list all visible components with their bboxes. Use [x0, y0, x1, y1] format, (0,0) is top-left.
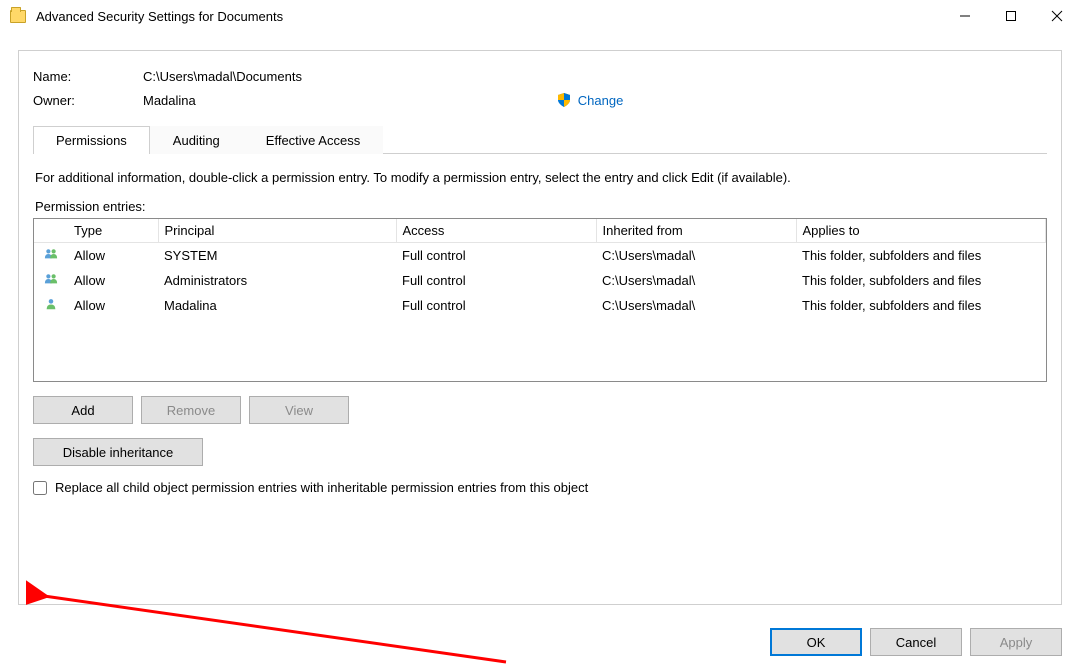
owner-value: Madalina: [143, 93, 196, 108]
cell-inherited: C:\Users\madal\: [596, 268, 796, 293]
cell-access: Full control: [396, 293, 596, 318]
maximize-button[interactable]: [988, 0, 1034, 32]
cell-applies: This folder, subfolders and files: [796, 243, 1046, 269]
add-button[interactable]: Add: [33, 396, 133, 424]
tab-strip: Permissions Auditing Effective Access: [33, 126, 1047, 154]
col-type[interactable]: Type: [68, 219, 158, 243]
window-controls: [942, 0, 1080, 32]
replace-child-entries-checkbox[interactable]: [33, 481, 47, 495]
cell-principal: Madalina: [158, 293, 396, 318]
view-button[interactable]: View: [249, 396, 349, 424]
ok-button[interactable]: OK: [770, 628, 862, 656]
remove-button[interactable]: Remove: [141, 396, 241, 424]
table-row[interactable]: AllowMadalinaFull controlC:\Users\madal\…: [34, 293, 1046, 318]
table-header-row: Type Principal Access Inherited from App…: [34, 219, 1046, 243]
cell-type: Allow: [68, 268, 158, 293]
entry-buttons-row: Add Remove View: [33, 396, 1047, 424]
principal-icon: [34, 268, 68, 293]
change-owner-link[interactable]: Change: [578, 93, 624, 108]
apply-button[interactable]: Apply: [970, 628, 1062, 656]
cell-applies: This folder, subfolders and files: [796, 293, 1046, 318]
close-button[interactable]: [1034, 0, 1080, 32]
col-inherited[interactable]: Inherited from: [596, 219, 796, 243]
col-icon[interactable]: [34, 219, 68, 243]
minimize-button[interactable]: [942, 0, 988, 32]
cell-inherited: C:\Users\madal\: [596, 243, 796, 269]
dialog-footer: OK Cancel Apply: [770, 628, 1062, 656]
owner-label: Owner:: [33, 93, 143, 108]
name-row: Name: C:\Users\madal\Documents: [33, 65, 1047, 88]
principal-icon: [34, 293, 68, 318]
permission-entries-table[interactable]: Type Principal Access Inherited from App…: [33, 218, 1047, 382]
col-access[interactable]: Access: [396, 219, 596, 243]
cell-type: Allow: [68, 293, 158, 318]
cell-inherited: C:\Users\madal\: [596, 293, 796, 318]
name-value: C:\Users\madal\Documents: [143, 69, 302, 84]
titlebar: Advanced Security Settings for Documents: [0, 0, 1080, 32]
cell-access: Full control: [396, 268, 596, 293]
cell-access: Full control: [396, 243, 596, 269]
col-principal[interactable]: Principal: [158, 219, 396, 243]
disable-inheritance-button[interactable]: Disable inheritance: [33, 438, 203, 466]
folder-icon: [10, 10, 26, 23]
cell-applies: This folder, subfolders and files: [796, 268, 1046, 293]
cell-principal: Administrators: [158, 268, 396, 293]
cancel-button[interactable]: Cancel: [870, 628, 962, 656]
window-title: Advanced Security Settings for Documents: [36, 9, 283, 24]
table-row[interactable]: AllowSYSTEMFull controlC:\Users\madal\Th…: [34, 243, 1046, 269]
cell-principal: SYSTEM: [158, 243, 396, 269]
disable-inheritance-row: Disable inheritance: [33, 438, 1047, 466]
col-applies[interactable]: Applies to: [796, 219, 1046, 243]
replace-child-entries-label: Replace all child object permission entr…: [55, 480, 588, 495]
name-label: Name:: [33, 69, 143, 84]
cell-type: Allow: [68, 243, 158, 269]
principal-icon: [34, 243, 68, 269]
owner-row: Owner: Madalina Change: [33, 88, 1047, 112]
permission-entries-label: Permission entries:: [35, 199, 1045, 214]
replace-checkbox-row: Replace all child object permission entr…: [33, 480, 1047, 495]
instructions-text: For additional information, double-click…: [35, 170, 1045, 185]
shield-icon: [556, 92, 572, 108]
tab-auditing[interactable]: Auditing: [150, 126, 243, 154]
table-row[interactable]: AllowAdministratorsFull controlC:\Users\…: [34, 268, 1046, 293]
tab-permissions[interactable]: Permissions: [33, 126, 150, 154]
main-panel: Name: C:\Users\madal\Documents Owner: Ma…: [18, 50, 1062, 605]
tab-effective-access[interactable]: Effective Access: [243, 126, 383, 154]
